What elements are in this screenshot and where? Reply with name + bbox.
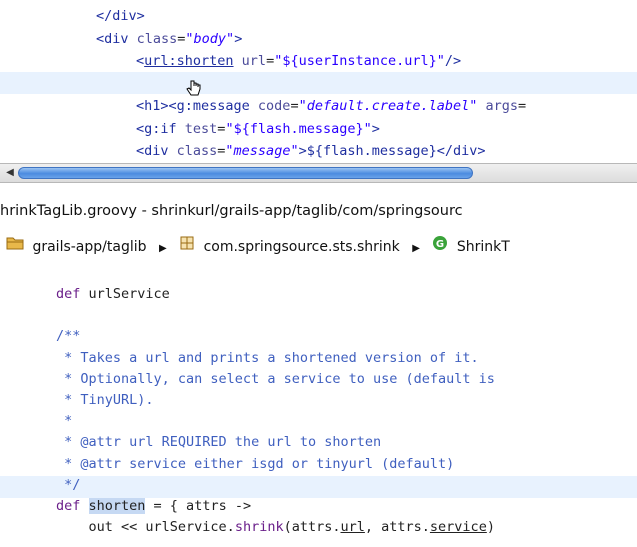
code-token: /** [56,328,81,345]
code-token: "message" [225,143,299,159]
code-line[interactable]: * TinyURL). [56,390,154,411]
code-line[interactable]: */ [56,475,80,496]
code-token: shrink [234,519,284,536]
code-token: shorten [88,498,146,514]
window-title: hrinkTagLib.groovy - shrinkurl/grails-ap… [0,196,637,226]
code-token: >${flash.message}</div> [298,143,486,159]
code-token: /> [444,53,462,69]
breadcrumb-separator-icon: ▶ [412,243,420,254]
code-token: url [340,519,365,536]
code-line[interactable]: def urlService [56,284,170,305]
code-line[interactable]: <div class="body"> [96,29,242,50]
code-token: * @attr service either isgd or tinyurl (… [56,455,455,472]
code-token: , attrs. [364,519,430,536]
code-token: > [234,30,243,47]
code-token: "body" [185,30,235,47]
code-token: * @attr url REQUIRED the url to shorten [56,434,382,451]
breadcrumb-item-taglib[interactable]: grails-app/taglib [32,239,146,255]
editor-bottom-pane[interactable]: def urlService /** * Takes a url and prin… [0,268,637,547]
code-token: def [56,286,89,302]
code-token: * TinyURL). [56,392,154,408]
current-line-highlight [0,72,637,94]
code-line[interactable]: def shorten = { attrs -> [56,496,251,517]
code-token: (attrs. [283,519,341,536]
code-token: "${flash.message}" [225,120,372,137]
code-line[interactable]: <div class="message">${flash.message}</d… [136,141,486,162]
code-line[interactable]: * @attr url REQUIRED the url to shorten [56,432,381,453]
breadcrumb-separator-icon: ▶ [158,243,167,254]
code-token: = { attrs -> [145,498,252,514]
breadcrumb-item-package[interactable]: com.springsource.sts.shrink [204,239,400,255]
code-line[interactable]: <g:if test="${flash.message}"> [136,119,380,140]
code-token: * [56,413,73,430]
code-token: urlService [88,286,170,302]
code-token: url [233,53,267,69]
code-line[interactable]: * [56,411,72,432]
code-token: = [518,98,527,114]
code-token: "${userInstance.url}" [274,53,445,69]
code-token: <g:if [136,120,185,137]
code-token: */ [56,476,81,493]
package-icon [179,230,195,264]
code-token: ) [486,519,495,536]
code-token: = [266,53,275,69]
code-token: class [176,143,218,159]
code-token: class [136,30,178,47]
code-token: def [56,498,89,514]
editor-top-pane[interactable]: </div> <div class="body"> <url:shorten url… [0,0,637,163]
scroll-left-arrow-icon[interactable]: ◀ [4,167,16,179]
code-token: url:shorten [144,53,234,69]
code-token: > [371,120,380,137]
code-token: <div [136,143,177,159]
code-line[interactable]: * Optionally, can select a service to us… [56,369,495,390]
package-folder-icon [6,230,24,264]
code-token: <div [96,30,137,47]
code-token: code [257,98,291,114]
code-token: < [136,53,145,69]
code-token: args [477,98,519,114]
svg-text:G: G [436,239,444,250]
code-token: * Takes a url and prints a shortened ver… [56,349,479,366]
breadcrumb: grails-app/taglib ▶ com.springsource.sts… [0,230,637,264]
code-line[interactable]: /** [56,326,80,347]
code-line[interactable]: * @attr service either isgd or tinyurl (… [56,454,454,475]
hand-cursor-icon [186,80,202,102]
groovy-class-icon: G [432,230,448,264]
code-line[interactable]: </div> [96,6,145,27]
code-token: service [429,519,487,536]
scrollbar-thumb[interactable] [18,167,473,179]
code-line[interactable]: out << urlService.shrink(attrs.url, attr… [56,517,495,538]
code-token: test [184,120,218,137]
code-token: = [290,98,299,114]
code-line[interactable]: <url:shorten url="${userInstance.url}"/> [136,51,461,72]
code-token: out << urlService. [56,519,235,536]
code-token: * Optionally, can select a service to us… [56,370,495,387]
code-token: "default.create.label" [298,98,478,114]
horizontal-scrollbar[interactable]: ◀ [0,163,637,183]
breadcrumb-item-class[interactable]: ShrinkT [457,239,510,255]
current-line-highlight [0,476,637,498]
code-line[interactable]: * Takes a url and prints a shortened ver… [56,348,479,369]
code-token: </div> [96,8,145,24]
